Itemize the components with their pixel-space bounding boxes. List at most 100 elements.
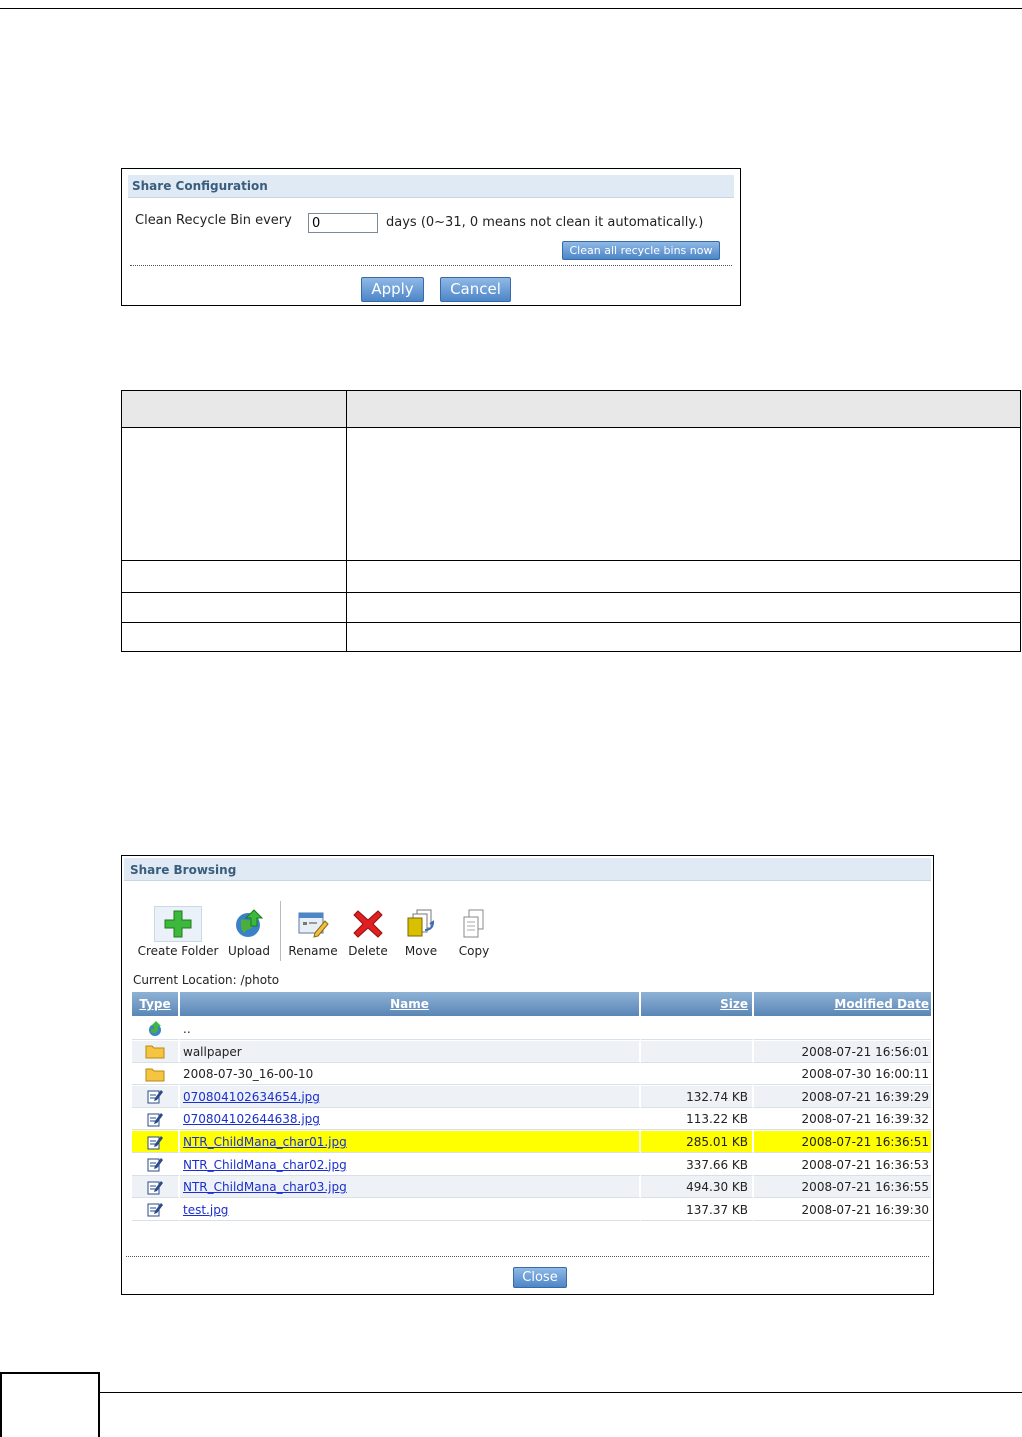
table-row[interactable]: 070804102634654.jpg 132.74 KB 2008-07-21 1…	[132, 1085, 931, 1108]
size-cell: 494.30 KB	[641, 1176, 754, 1199]
apply-button[interactable]: Apply	[361, 277, 424, 302]
size-cell	[641, 1063, 754, 1086]
panel-title: Share Browsing	[124, 858, 931, 881]
name-cell: 070804102634654.jpg	[180, 1085, 641, 1108]
table-header-row	[122, 391, 1020, 428]
add-folder-icon	[154, 906, 202, 942]
table-row[interactable]: 2008-07-30_16-00-10 2008-07-30 16:00:11	[132, 1063, 931, 1086]
type-cell	[132, 1085, 180, 1108]
folder-icon	[145, 1066, 165, 1082]
column-type-header[interactable]: Type	[132, 992, 180, 1016]
file-link[interactable]: 070804102644638.jpg	[183, 1112, 320, 1126]
date-cell: 2008-07-21 16:56:01	[754, 1040, 931, 1063]
page-footer-rule	[100, 1392, 1022, 1393]
file-icon	[147, 1111, 163, 1127]
type-cell	[132, 1198, 180, 1221]
upload-label: Upload	[227, 944, 271, 958]
recycle-bin-label: Clean Recycle Bin every	[135, 213, 292, 228]
table-row[interactable]: NTR_ChildMana_char03.jpg 494.30 KB 2008-07…	[132, 1176, 931, 1199]
table-row[interactable]: ..	[132, 1018, 931, 1040]
size-cell: 113.22 KB	[641, 1108, 754, 1131]
upload-globe-icon	[231, 906, 267, 942]
date-cell: 2008-07-21 16:39:32	[754, 1108, 931, 1131]
column-divider	[346, 391, 347, 651]
row-divider	[122, 592, 1020, 593]
date-cell: 2008-07-21 16:36:51	[754, 1131, 931, 1153]
rename-icon	[295, 906, 331, 942]
name-cell: NTR_ChildMana_char01.jpg	[180, 1131, 641, 1153]
table-row[interactable]: NTR_ChildMana_char01.jpg 285.01 KB 2008-07…	[132, 1131, 931, 1153]
date-cell: 2008-07-21 16:36:53	[754, 1154, 931, 1176]
divider	[130, 265, 732, 266]
name-cell[interactable]: 2008-07-30_16-00-10	[180, 1063, 641, 1086]
name-cell[interactable]: wallpaper	[180, 1040, 641, 1063]
delete-x-icon	[350, 906, 386, 942]
type-cell	[132, 1040, 180, 1063]
cancel-button[interactable]: Cancel	[440, 277, 511, 302]
parent-folder-icon	[146, 1020, 164, 1037]
type-cell	[132, 1176, 180, 1199]
type-cell	[132, 1018, 180, 1040]
rename-label: Rename	[288, 944, 338, 958]
close-button[interactable]: Close	[513, 1267, 567, 1288]
file-link[interactable]: test.jpg	[183, 1203, 228, 1217]
type-cell	[132, 1063, 180, 1086]
folder-name: wallpaper	[183, 1044, 242, 1059]
create-folder-button[interactable]: Create Folder	[134, 906, 222, 958]
table-row[interactable]: test.jpg 137.37 KB 2008-07-21 16:39:30	[132, 1198, 931, 1221]
recycle-days-input[interactable]	[308, 213, 378, 233]
move-icon	[403, 906, 439, 942]
panel-title: Share Configuration	[128, 175, 734, 198]
size-cell	[641, 1040, 754, 1063]
size-cell: 285.01 KB	[641, 1131, 754, 1153]
move-button[interactable]: Move	[400, 906, 442, 958]
file-link[interactable]: 070804102634654.jpg	[183, 1090, 320, 1104]
name-cell: NTR_ChildMana_char02.jpg	[180, 1153, 641, 1176]
row-divider	[122, 560, 1020, 561]
type-cell	[132, 1153, 180, 1176]
current-location: Current Location: /photo	[133, 973, 280, 987]
recycle-days-hint: days (0~31, 0 means not clean it automat…	[386, 215, 704, 230]
file-icon	[147, 1134, 163, 1150]
rename-button[interactable]: Rename	[287, 906, 339, 958]
date-cell: 2008-07-30 16:00:11	[754, 1063, 931, 1086]
column-size-header[interactable]: Size	[641, 992, 754, 1016]
size-cell: 137.37 KB	[641, 1198, 754, 1221]
column-name-header[interactable]: Name	[180, 992, 641, 1016]
date-cell: 2008-07-21 16:39:30	[754, 1199, 931, 1221]
size-cell	[641, 1018, 754, 1040]
share-configuration-panel: Share Configuration Clean Recycle Bin ev…	[121, 168, 741, 306]
toolbar-separator	[280, 901, 281, 961]
table-row[interactable]: 070804102644638.jpg 113.22 KB 2008-07-21 1…	[132, 1108, 931, 1131]
folder-name: ..	[183, 1022, 191, 1036]
divider	[126, 1256, 929, 1257]
upload-button[interactable]: Upload	[226, 906, 272, 958]
share-browsing-panel: Share Browsing Create Folder Upload Rena…	[121, 855, 934, 1295]
name-cell: test.jpg	[180, 1198, 641, 1221]
file-icon	[147, 1156, 163, 1172]
clean-recycle-bins-button[interactable]: Clean all recycle bins now	[562, 241, 720, 260]
date-cell: 2008-07-21 16:39:29	[754, 1085, 931, 1108]
type-cell	[132, 1131, 180, 1153]
size-cell: 337.66 KB	[641, 1153, 754, 1176]
copy-icon	[456, 906, 492, 942]
file-link[interactable]: NTR_ChildMana_char02.jpg	[183, 1158, 347, 1172]
name-cell[interactable]: ..	[180, 1018, 641, 1040]
table-row[interactable]: wallpaper 2008-07-21 16:56:01	[132, 1040, 931, 1063]
file-icon	[147, 1201, 163, 1217]
file-icon	[147, 1179, 163, 1195]
column-modified-header[interactable]: Modified Date	[754, 992, 931, 1016]
folder-name: 2008-07-30_16-00-10	[183, 1067, 314, 1082]
delete-button[interactable]: Delete	[346, 906, 390, 958]
table-row[interactable]: NTR_ChildMana_char02.jpg 337.66 KB 2008-07…	[132, 1153, 931, 1176]
description-table	[121, 390, 1021, 652]
name-cell: 070804102644638.jpg	[180, 1108, 641, 1131]
copy-button[interactable]: Copy	[454, 906, 494, 958]
row-divider	[122, 622, 1020, 623]
size-cell: 132.74 KB	[641, 1085, 754, 1108]
file-icon	[147, 1088, 163, 1104]
name-cell: NTR_ChildMana_char03.jpg	[180, 1176, 641, 1199]
file-link[interactable]: NTR_ChildMana_char01.jpg	[183, 1135, 347, 1149]
copy-label: Copy	[458, 944, 490, 958]
file-link[interactable]: NTR_ChildMana_char03.jpg	[183, 1180, 347, 1194]
